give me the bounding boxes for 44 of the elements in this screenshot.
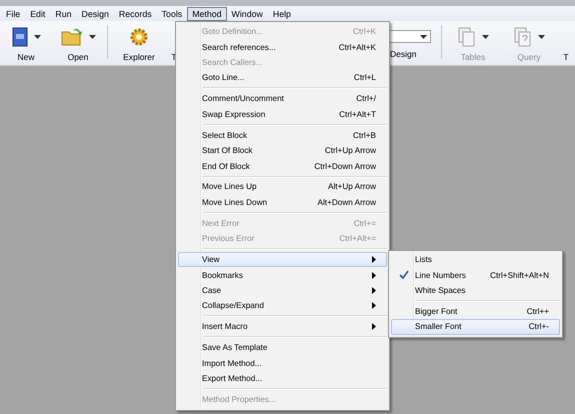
- menu-item[interactable]: View: [178, 252, 387, 268]
- menu-item[interactable]: Move Lines Up Alt+Up Arrow: [178, 179, 387, 195]
- menu-item[interactable]: Search references... Ctrl+Alt+K: [178, 39, 387, 55]
- menu-item[interactable]: Lists: [391, 252, 560, 268]
- menu-title[interactable]: Edit: [25, 6, 50, 20]
- menu-item[interactable]: Smaller Font Ctrl+-: [391, 319, 560, 335]
- dropdown-caret-icon[interactable]: [34, 35, 40, 39]
- menu-title[interactable]: Records: [114, 6, 157, 20]
- toolbar-label: Query: [517, 52, 541, 62]
- menu-item[interactable]: Swap Expression Ctrl+Alt+T: [178, 106, 387, 122]
- gear-icon[interactable]: [129, 27, 149, 47]
- menu-item[interactable]: Insert Macro: [178, 319, 387, 335]
- toolbar-label: T: [563, 52, 569, 62]
- menu-title[interactable]: Tools: [156, 6, 188, 20]
- menu-item[interactable]: Start Of Block Ctrl+Up Arrow: [178, 142, 387, 158]
- menu-item[interactable]: End Of Block Ctrl+Down Arrow: [178, 158, 387, 174]
- toolbar-label: Open: [68, 52, 88, 62]
- menu-title[interactable]: Method: [187, 6, 227, 20]
- menu-title[interactable]: Window: [226, 6, 268, 20]
- menu-title[interactable]: Design: [76, 6, 114, 20]
- toolbar-label: Tables: [460, 52, 486, 62]
- dropdown-caret-icon[interactable]: [420, 34, 427, 38]
- menu-item[interactable]: Import Method...: [178, 356, 387, 371]
- menu-item[interactable]: Export Method...: [178, 370, 387, 386]
- menu-item[interactable]: Case: [178, 282, 387, 298]
- menu-item[interactable]: Bigger Font Ctrl++: [391, 304, 560, 320]
- menu-item[interactable]: Goto Line... Ctrl+L: [178, 70, 387, 86]
- menu-item[interactable]: Line Numbers Ctrl+Shift+Alt+N: [391, 267, 560, 283]
- menu-title[interactable]: Help: [268, 6, 296, 20]
- folder-icon[interactable]: [60, 28, 82, 46]
- menu-item[interactable]: Select Block Ctrl+B: [178, 128, 387, 143]
- menu-item[interactable]: Comment/Uncomment Ctrl+/: [178, 91, 387, 107]
- menu-item[interactable]: Collapse/Expand: [178, 298, 387, 314]
- toolbar-label: Design: [390, 49, 416, 59]
- menu-item[interactable]: Save As Template: [178, 340, 387, 356]
- menu-title[interactable]: Run: [50, 6, 76, 20]
- toolbar-label: Explorer: [123, 52, 155, 62]
- document-icon[interactable]: [12, 27, 28, 47]
- menu-item[interactable]: Bookmarks: [178, 267, 387, 283]
- menu-title[interactable]: File: [1, 6, 26, 20]
- dropdown-caret-icon[interactable]: [88, 35, 96, 39]
- menu-item[interactable]: White Spaces: [391, 282, 560, 298]
- toolbar-label: New: [17, 52, 34, 62]
- menu-item[interactable]: Move Lines Down Alt+Down Arrow: [178, 194, 387, 210]
